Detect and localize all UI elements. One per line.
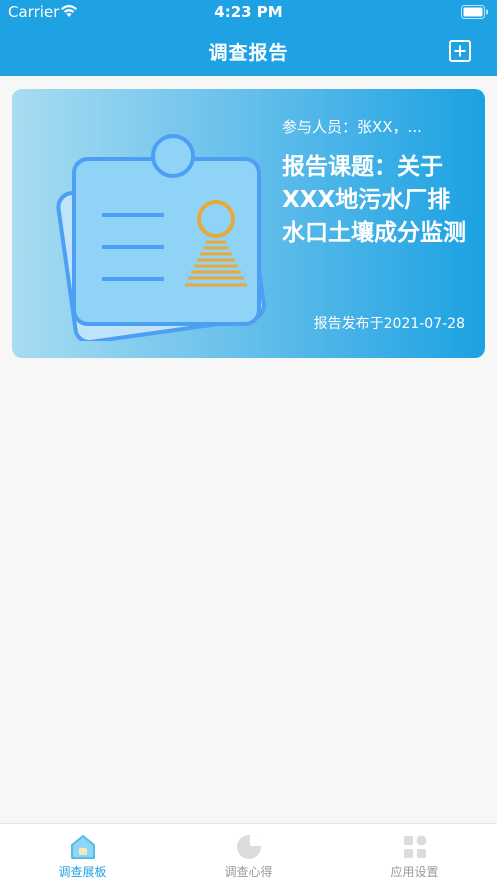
participants-text: 参与人员：张XX，... <box>282 118 422 136</box>
page-title: 调查报告 <box>208 42 289 64</box>
tab-bar: 调查展板 调查心得 应用设置 <box>0 823 497 884</box>
report-topic: 报告课题：关于XXX地污水厂排水口土壤成分监测 <box>282 154 466 246</box>
tab-app-settings[interactable]: 应用设置 <box>332 824 497 884</box>
tab-survey-notes[interactable]: 调查心得 <box>166 824 331 884</box>
tab-survey-board[interactable]: 调查展板 <box>0 824 165 884</box>
publish-date: 报告发布于2021-07-28 <box>313 316 465 332</box>
battery-icon <box>461 5 488 19</box>
status-bar: Carrier 4:23 PM <box>0 0 497 26</box>
tab-label: 应用设置 <box>390 865 439 879</box>
pie-chart-icon <box>237 835 261 859</box>
tab-label: 调查展板 <box>58 865 107 879</box>
report-card[interactable]: 参与人员：张XX，... 报告课题：关于XXX地污水厂排水口土壤成分监测 报告发… <box>12 89 485 358</box>
apps-grid-icon <box>404 835 427 858</box>
top-bar: Carrier 4:23 PM 调查报告 <box>0 0 497 76</box>
clock: 4:23 PM <box>214 3 283 21</box>
plus-square-icon[interactable] <box>449 40 471 62</box>
report-illustration-icon <box>56 134 266 341</box>
home-icon <box>71 835 95 859</box>
tab-label: 调查心得 <box>224 865 273 879</box>
